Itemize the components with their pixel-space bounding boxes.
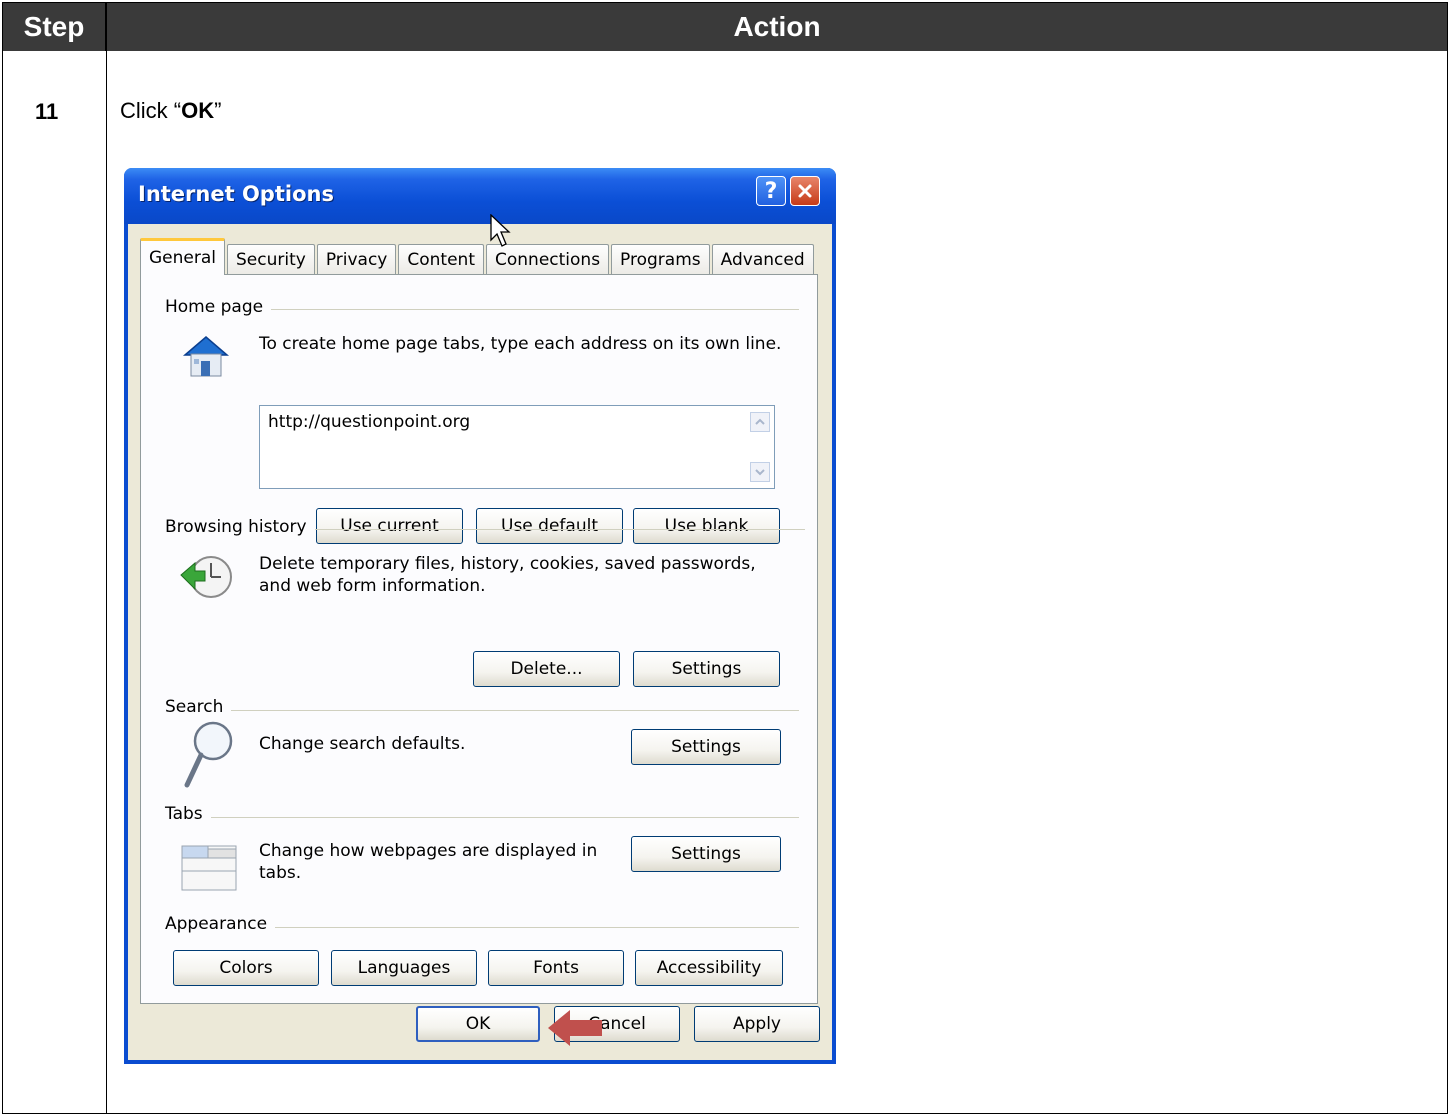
search-group-label: Search <box>165 697 232 717</box>
close-button[interactable] <box>790 176 820 206</box>
tab-security[interactable]: Security <box>227 244 315 274</box>
search-settings-button[interactable]: Settings <box>631 729 781 765</box>
tab-privacy[interactable]: Privacy <box>316 244 397 274</box>
magnifier-icon <box>181 719 237 796</box>
instruction-suffix: ” <box>214 98 222 123</box>
tabs-description: Change how webpages are displayed in tab… <box>259 840 597 884</box>
home-page-url: http://questionpoint.org <box>268 412 471 432</box>
browsing-history-description-line2: and web form information. <box>259 576 486 596</box>
tab-programs[interactable]: Programs <box>611 244 710 274</box>
apply-button[interactable]: Apply <box>694 1006 820 1042</box>
tabs-divider <box>165 817 799 818</box>
home-page-group-label: Home page <box>165 297 272 317</box>
use-current-button[interactable]: Use current <box>316 508 463 544</box>
tabs-settings-button[interactable]: Settings <box>631 836 781 872</box>
languages-button[interactable]: Languages <box>331 950 477 986</box>
history-clock-icon <box>179 553 235 608</box>
chevron-down-icon <box>755 469 765 476</box>
browsing-history-description: Delete temporary files, history, cookies… <box>259 553 756 597</box>
instruction-prefix: Click “ <box>120 98 182 123</box>
tabs-icon <box>181 845 237 896</box>
close-icon <box>798 184 812 198</box>
chevron-up-icon <box>755 418 765 425</box>
tab-strip: General Security Privacy Content Connect… <box>140 236 816 275</box>
instruction-bold: OK <box>181 98 215 123</box>
dialog-client-area: General Security Privacy Content Connect… <box>128 224 832 1060</box>
use-blank-button[interactable]: Use blank <box>633 508 780 544</box>
search-description: Change search defaults. <box>259 734 466 754</box>
home-page-description: To create home page tabs, type each addr… <box>259 334 782 354</box>
help-button[interactable]: ? <box>756 176 786 206</box>
use-default-button[interactable]: Use default <box>476 508 623 544</box>
column-divider <box>106 3 107 1113</box>
title-bar[interactable]: Internet Options ? <box>124 168 836 224</box>
history-settings-button[interactable]: Settings <box>633 651 780 687</box>
tabs-group-label: Tabs <box>165 804 211 824</box>
delete-history-button[interactable]: Delete... <box>473 651 620 687</box>
scroll-up-button[interactable] <box>750 412 770 432</box>
step-column-header: Step <box>3 3 106 51</box>
tabs-description-line1: Change how webpages are displayed in <box>259 841 598 861</box>
ok-button[interactable]: OK <box>416 1006 540 1042</box>
scroll-down-button[interactable] <box>750 462 770 482</box>
home-icon <box>181 333 231 384</box>
search-divider <box>165 710 799 711</box>
tab-content[interactable]: Content <box>398 244 484 274</box>
pointer-arrow-icon <box>548 1008 604 1053</box>
step-number: 11 <box>35 99 59 124</box>
tab-general[interactable]: General <box>140 238 225 275</box>
appearance-group-label: Appearance <box>165 914 276 934</box>
action-column-header: Action <box>107 3 1447 51</box>
general-tab-panel: Home page To create home page tabs, type… <box>140 274 818 1004</box>
instruction-text: Click “OK” <box>120 98 221 124</box>
fonts-button[interactable]: Fonts <box>488 950 624 986</box>
browsing-history-description-line1: Delete temporary files, history, cookies… <box>259 554 756 574</box>
colors-button[interactable]: Colors <box>173 950 319 986</box>
internet-options-dialog: Internet Options ? General Security Priv… <box>124 168 836 1064</box>
accessibility-button[interactable]: Accessibility <box>635 950 783 986</box>
dialog-title: Internet Options <box>138 182 334 206</box>
mouse-cursor-icon <box>490 213 512 253</box>
home-page-textarea[interactable]: http://questionpoint.org <box>259 405 775 489</box>
tabs-description-line2: tabs. <box>259 863 302 883</box>
browsing-history-group-label: Browsing history <box>165 517 315 537</box>
tab-advanced[interactable]: Advanced <box>711 244 814 274</box>
